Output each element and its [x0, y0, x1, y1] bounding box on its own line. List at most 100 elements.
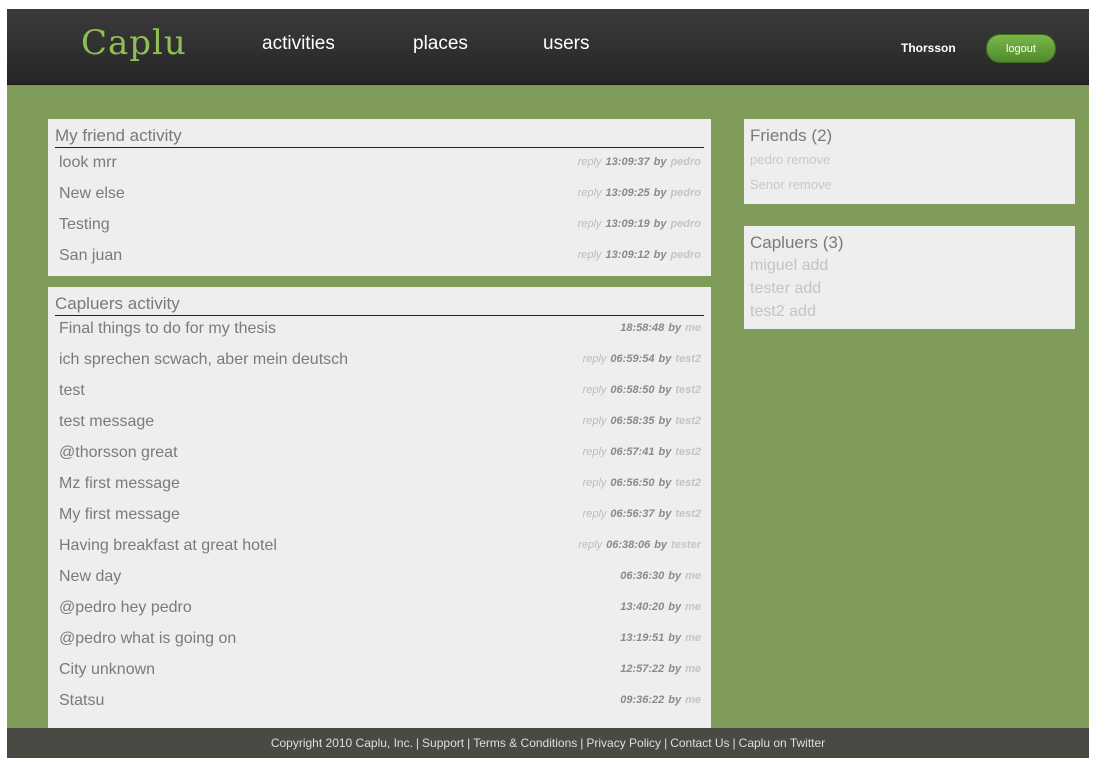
activity-time: 13:09:12 — [605, 249, 650, 261]
activity-by-label: by — [653, 249, 667, 261]
activity-user-link[interactable]: pedro — [670, 218, 701, 230]
footer-terms-link[interactable]: Terms & Conditions — [473, 736, 577, 750]
activity-by-label: by — [668, 632, 682, 644]
friend-name-link[interactable]: Senor — [750, 177, 785, 192]
activity-meta: reply 06:58:50 by test2 — [583, 384, 701, 396]
remove-friend-link[interactable]: remove — [787, 152, 830, 167]
reply-link[interactable]: reply — [583, 415, 607, 427]
activity-user-link[interactable]: test2 — [675, 415, 701, 427]
activity-meta: reply 06:57:41 by test2 — [583, 446, 701, 458]
friend-item: Senor remove — [750, 177, 832, 192]
activity-by-label: by — [658, 384, 672, 396]
activity-meta: reply 06:56:37 by test2 — [583, 508, 701, 520]
capluer-name-link[interactable]: tester — [750, 280, 790, 297]
activity-time: 06:58:50 — [610, 384, 655, 396]
reply-link[interactable]: reply — [583, 384, 607, 396]
activity-time: 13:09:19 — [605, 218, 650, 230]
activity-by-label: by — [654, 539, 668, 551]
activity-time: 06:57:41 — [610, 446, 655, 458]
capluer-item: tester add — [750, 280, 821, 298]
activity-user-link[interactable]: test2 — [675, 384, 701, 396]
activity-by-label: by — [668, 694, 682, 706]
capluers-activity-panel: Capluers activity Final things to do for… — [48, 287, 711, 747]
add-capluer-link[interactable]: add — [789, 303, 816, 320]
activity-user-link[interactable]: me — [685, 663, 701, 675]
capluers-panel: Capluers (3) miguel add tester add test2… — [744, 226, 1075, 329]
reply-link[interactable]: reply — [578, 249, 602, 261]
friends-panel: Friends (2) pedro remove Senor remove — [744, 119, 1075, 204]
capluers-activity-title: Capluers activity — [55, 294, 180, 313]
reply-link[interactable]: reply — [583, 353, 607, 365]
current-user-name[interactable]: Thorsson — [901, 41, 956, 55]
caplu-logo[interactable]: Caplu — [81, 23, 187, 63]
activity-user-link[interactable]: pedro — [670, 156, 701, 168]
add-capluer-link[interactable]: add — [802, 257, 829, 274]
reply-link[interactable]: reply — [583, 446, 607, 458]
activity-by-label: by — [653, 156, 667, 168]
footer-contact-link[interactable]: Contact Us — [670, 736, 729, 750]
footer-separator: | — [580, 736, 584, 750]
reply-link[interactable]: reply — [578, 539, 602, 551]
reply-link[interactable]: reply — [578, 156, 602, 168]
activity-row: @thorsson great reply 06:57:41 by test2 — [48, 439, 711, 470]
activity-user-link[interactable]: me — [685, 570, 701, 582]
nav-activities-link[interactable]: activities — [262, 33, 335, 55]
reply-link[interactable]: reply — [578, 187, 602, 199]
activity-user-link[interactable]: test2 — [675, 477, 701, 489]
activity-time: 18:58:48 — [620, 322, 665, 334]
activity-time: 06:56:37 — [610, 508, 655, 520]
activity-meta: 13:19:51 by me — [620, 632, 701, 644]
activity-user-link[interactable]: test2 — [675, 353, 701, 365]
activity-by-label: by — [668, 663, 682, 675]
footer-separator: | — [467, 736, 471, 750]
friends-title: Friends (2) — [750, 126, 833, 145]
activity-by-label: by — [658, 415, 672, 427]
reply-link[interactable]: reply — [583, 508, 607, 520]
friend-activity-title: My friend activity — [55, 126, 182, 145]
capluer-item: test2 add — [750, 303, 816, 321]
logout-button[interactable]: logout — [986, 34, 1056, 63]
nav-users-link[interactable]: users — [543, 33, 589, 55]
activity-message: Mz first message — [59, 475, 180, 492]
nav-places-link[interactable]: places — [413, 33, 468, 55]
activity-user-link[interactable]: test2 — [675, 446, 701, 458]
activity-user-link[interactable]: test2 — [675, 508, 701, 520]
activity-user-link[interactable]: me — [685, 694, 701, 706]
friend-activity-panel: My friend activity look mrr reply 13:09:37… — [48, 119, 711, 276]
friend-item: pedro remove — [750, 152, 830, 167]
activity-user-link[interactable]: me — [685, 632, 701, 644]
footer: Copyright 2010 Caplu, Inc. | Support | T… — [7, 728, 1089, 758]
reply-link[interactable]: reply — [583, 477, 607, 489]
activity-message: San juan — [59, 247, 123, 264]
activity-message: ich sprechen scwach, aber mein deutsch — [59, 351, 349, 368]
activity-time: 06:38:06 — [606, 539, 651, 551]
capluer-name-link[interactable]: test2 — [750, 303, 785, 320]
activity-meta: reply 13:09:37 by pedro — [578, 156, 701, 168]
reply-link[interactable]: reply — [578, 218, 602, 230]
activity-message: City unknown — [59, 661, 156, 678]
footer-support-link[interactable]: Support — [422, 736, 464, 750]
activity-user-link[interactable]: tester — [671, 539, 701, 551]
capluer-name-link[interactable]: miguel — [750, 257, 797, 274]
activity-by-label: by — [668, 601, 682, 613]
footer-separator: | — [415, 736, 420, 750]
footer-copyright: Copyright 2010 Caplu, Inc. — [270, 736, 413, 750]
activity-meta: reply 06:38:06 by tester — [578, 539, 701, 551]
activity-row: Mz first message reply 06:56:50 by test2 — [48, 470, 711, 501]
activity-time: 06:58:35 — [610, 415, 655, 427]
footer-privacy-link[interactable]: Privacy Policy — [586, 736, 661, 750]
activity-message: New day — [59, 568, 122, 585]
footer-twitter-link[interactable]: Caplu on Twitter — [739, 736, 826, 750]
activity-user-link[interactable]: pedro — [670, 249, 701, 261]
remove-friend-link[interactable]: remove — [788, 177, 831, 192]
activity-message: @thorsson great — [59, 444, 178, 461]
activity-user-link[interactable]: pedro — [670, 187, 701, 199]
activity-meta: reply 06:56:50 by test2 — [583, 477, 701, 489]
activity-time: 13:09:37 — [605, 156, 650, 168]
activity-user-link[interactable]: me — [685, 601, 701, 613]
activity-user-link[interactable]: me — [685, 322, 701, 334]
add-capluer-link[interactable]: add — [794, 280, 821, 297]
activity-time: 13:40:20 — [620, 601, 665, 613]
activity-message: My first message — [59, 506, 180, 523]
friend-name-link[interactable]: pedro — [750, 152, 783, 167]
